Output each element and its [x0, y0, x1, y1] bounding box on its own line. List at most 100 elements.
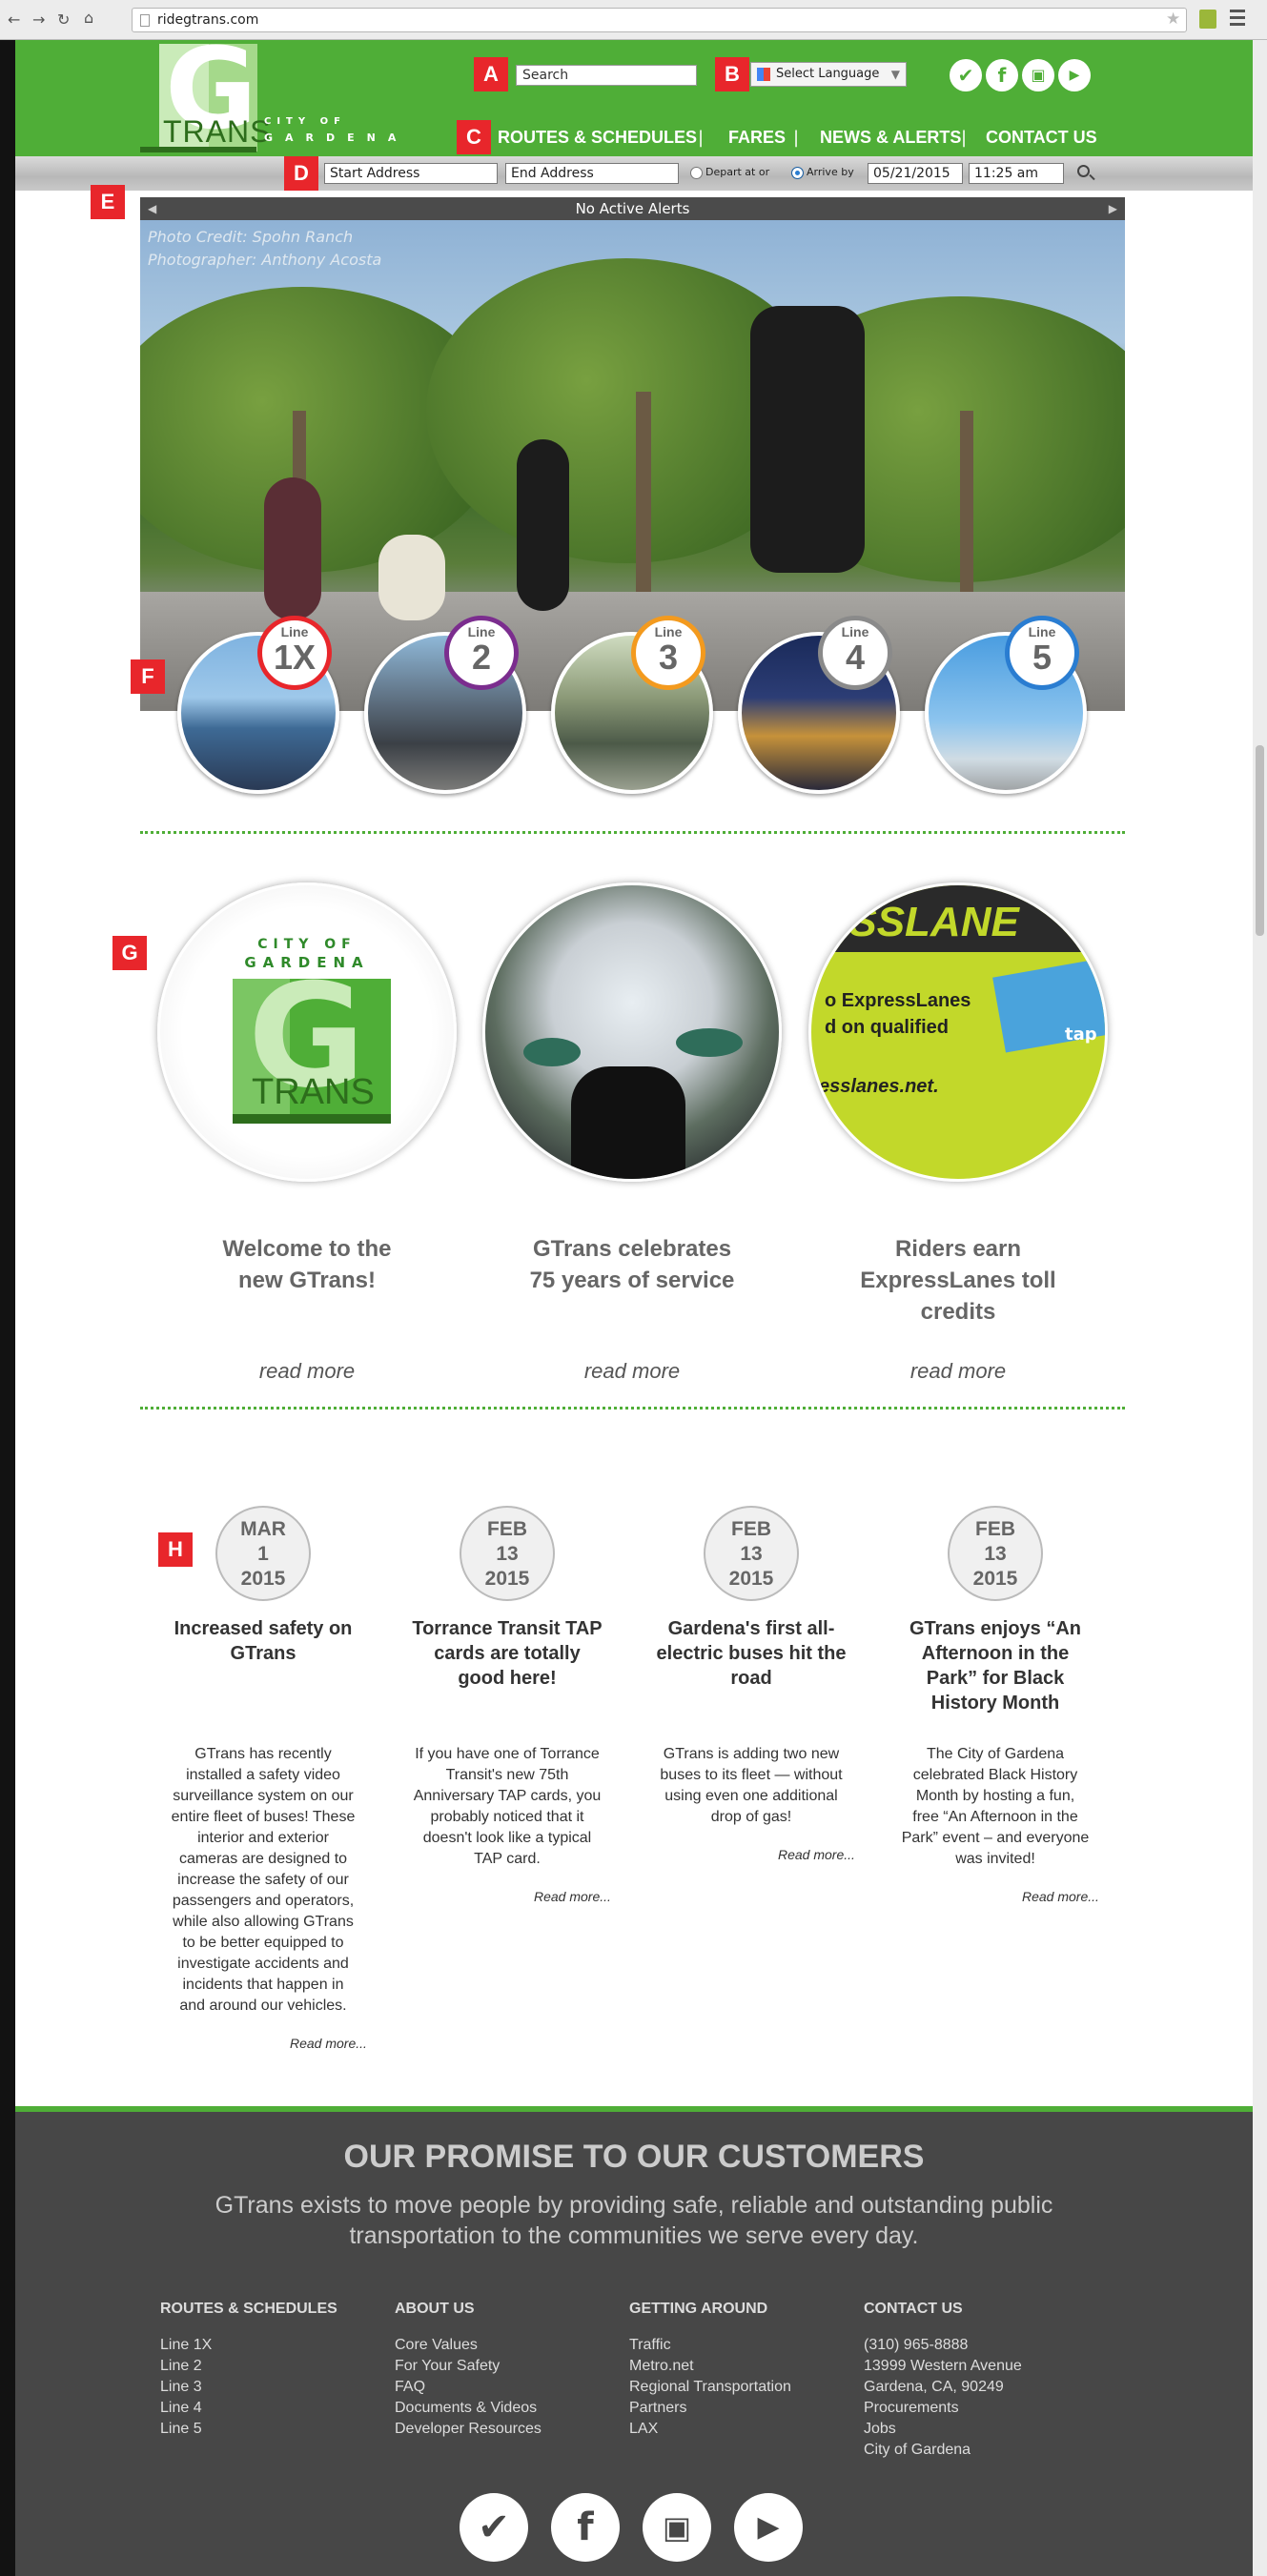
feature-expresslanes-image[interactable]: ESSLANE o ExpressLanes d on qualified es…	[808, 882, 1108, 1182]
news-read-more-link[interactable]: Read more...	[1022, 1889, 1099, 1904]
footer-link[interactable]: Line 5	[160, 2419, 212, 2440]
line-4-badge[interactable]: Line 4	[818, 616, 892, 690]
annotation-a: A	[474, 57, 508, 91]
chevron-right-icon[interactable]: ▶	[1109, 197, 1117, 220]
language-select[interactable]: Select Language ▼	[750, 62, 907, 87]
feature-title[interactable]: GTrans celebrates 75 years of service	[489, 1233, 775, 1296]
facebook-icon[interactable]: f	[551, 2493, 620, 2562]
address-bar[interactable]: ridegtrans.com	[132, 8, 1187, 32]
nav-routes-schedules[interactable]: ROUTES & SCHEDULES	[498, 128, 697, 148]
footer-link[interactable]: Partners	[629, 2398, 791, 2419]
chevron-left-icon[interactable]: ◀	[148, 197, 156, 220]
news-title[interactable]: Gardena's first all-electric buses hit t…	[649, 1616, 853, 1691]
extension-icon[interactable]	[1199, 10, 1216, 29]
footer-links: Line 1X Line 2 Line 3 Line 4 Line 5	[160, 2335, 212, 2440]
footer-link[interactable]: Regional Transportation	[629, 2377, 791, 2398]
skater	[378, 535, 445, 620]
facebook-icon[interactable]: f	[986, 59, 1018, 91]
footer-link[interactable]: Developer Resources	[395, 2419, 542, 2440]
feature-title[interactable]: Welcome to the new GTrans!	[164, 1233, 450, 1296]
line-1x-badge[interactable]: Line 1X	[257, 616, 332, 690]
twitter-icon[interactable]: ✔	[950, 59, 982, 91]
back-icon[interactable]: ←	[8, 10, 20, 30]
divider	[140, 1407, 1125, 1410]
read-more-link[interactable]: read more	[815, 1359, 1101, 1384]
logo-trans: TRANS	[163, 114, 272, 149]
footer-link[interactable]: Metro.net	[629, 2356, 791, 2377]
google-translate-icon	[757, 68, 770, 81]
scrollbar[interactable]	[1253, 40, 1267, 2576]
news-date-badge: MAR 1 2015	[215, 1506, 311, 1601]
annotation-h: H	[158, 1532, 193, 1567]
search-icon[interactable]	[1077, 165, 1090, 177]
divider	[140, 831, 1125, 834]
footer-link[interactable]: FAQ	[395, 2377, 542, 2398]
news-body: The City of Gardena celebrated Black Hist…	[901, 1746, 1090, 1867]
news-read-more-link[interactable]: Read more...	[290, 2036, 367, 2051]
footer-link[interactable]: Core Values	[395, 2335, 542, 2356]
footer-link[interactable]: Line 1X	[160, 2335, 212, 2356]
footer-link[interactable]: City of Gardena	[864, 2440, 1022, 2461]
annotation-g: G	[112, 936, 147, 970]
instagram-icon[interactable]: ▣	[643, 2493, 711, 2562]
end-address-input[interactable]: End Address	[505, 163, 679, 184]
arrive-label: Arrive by	[807, 166, 854, 178]
bookmark-star-icon[interactable]: ★	[1166, 10, 1180, 29]
gtrans-logo[interactable]: G TRANS CITY OF GARDENA	[140, 32, 417, 156]
nav-fares[interactable]: FARES	[728, 128, 786, 148]
footer-link[interactable]: LAX	[629, 2419, 791, 2440]
feature-title[interactable]: Riders earn ExpressLanes toll credits	[815, 1233, 1101, 1328]
footer-link[interactable]: Line 3	[160, 2377, 212, 2398]
reload-icon[interactable]: ↻	[57, 10, 70, 30]
nav-contact-us[interactable]: CONTACT US	[986, 128, 1097, 148]
news-title[interactable]: GTrans enjoys “An Afternoon in the Park” f…	[893, 1616, 1097, 1715]
forward-icon[interactable]: →	[32, 10, 45, 30]
site-header: G TRANS CITY OF GARDENA A Search B Selec…	[15, 32, 1253, 156]
language-label: Select Language	[776, 67, 880, 81]
skater	[264, 477, 321, 620]
trip-planner: D Start Address End Address Depart at or…	[15, 156, 1253, 191]
youtube-icon[interactable]: ▶	[734, 2493, 803, 2562]
footer-link[interactable]: Documents & Videos	[395, 2398, 542, 2419]
nav-news-alerts[interactable]: NEWS & ALERTS	[820, 128, 961, 148]
youtube-icon[interactable]: ▶	[1058, 59, 1091, 91]
line-5-badge[interactable]: Line 5	[1005, 616, 1079, 690]
news-body: GTrans has recently installed a safety vi…	[171, 1746, 356, 2014]
news-body: If you have one of Torrance Transit's new…	[413, 1746, 602, 1867]
footer-link[interactable]: Procurements	[864, 2398, 1022, 2419]
feature-75-years-image[interactable]	[482, 882, 782, 1182]
page-icon	[140, 14, 150, 27]
line-3-badge[interactable]: Line 3	[631, 616, 705, 690]
promise-text: GTrans exists to move people by providin…	[215, 2192, 1053, 2219]
date-input[interactable]: 05/21/2015	[868, 163, 963, 184]
promise-title: OUR PROMISE TO OUR CUSTOMERS	[343, 2139, 925, 2175]
time-input[interactable]: 11:25 am	[969, 163, 1064, 184]
news-read-more-link[interactable]: Read more...	[778, 1847, 855, 1862]
browser-window: ← → ↻ ⌂ ridegtrans.com ★ G TRANS CITY OF…	[0, 0, 1267, 2576]
menu-icon[interactable]	[1230, 10, 1245, 27]
home-icon[interactable]: ⌂	[84, 9, 93, 28]
footer-link[interactable]: Line 2	[160, 2356, 212, 2377]
news-title[interactable]: Increased safety on GTrans	[161, 1616, 365, 1666]
footer-link[interactable]: For Your Safety	[395, 2356, 542, 2377]
arrive-radio[interactable]	[791, 167, 804, 179]
promise-text: transportation to the communities we ser…	[349, 2222, 919, 2249]
line-2-badge[interactable]: Line 2	[444, 616, 519, 690]
footer-heading: CONTACT US	[864, 2301, 963, 2317]
feature-welcome-image[interactable]: CITY OF GARDENA G TRANS	[157, 882, 457, 1182]
footer-link[interactable]: Line 4	[160, 2398, 212, 2419]
footer-link[interactable]: Jobs	[864, 2419, 1022, 2440]
read-more-link[interactable]: read more	[164, 1359, 450, 1384]
read-more-link[interactable]: read more	[489, 1359, 775, 1384]
footer-link[interactable]: Traffic	[629, 2335, 791, 2356]
search-input[interactable]: Search	[516, 65, 697, 86]
news-read-more-link[interactable]: Read more...	[534, 1889, 611, 1904]
instagram-icon[interactable]: ▣	[1022, 59, 1054, 91]
annotation-d: D	[284, 156, 318, 191]
depart-radio[interactable]	[690, 167, 703, 179]
start-address-input[interactable]: Start Address	[324, 163, 498, 184]
twitter-icon[interactable]: ✔	[460, 2493, 528, 2562]
news-title[interactable]: Torrance Transit TAP cards are totally goo…	[405, 1616, 609, 1691]
scrollbar-thumb[interactable]	[1256, 745, 1264, 936]
footer-heading: ABOUT US	[395, 2301, 475, 2317]
